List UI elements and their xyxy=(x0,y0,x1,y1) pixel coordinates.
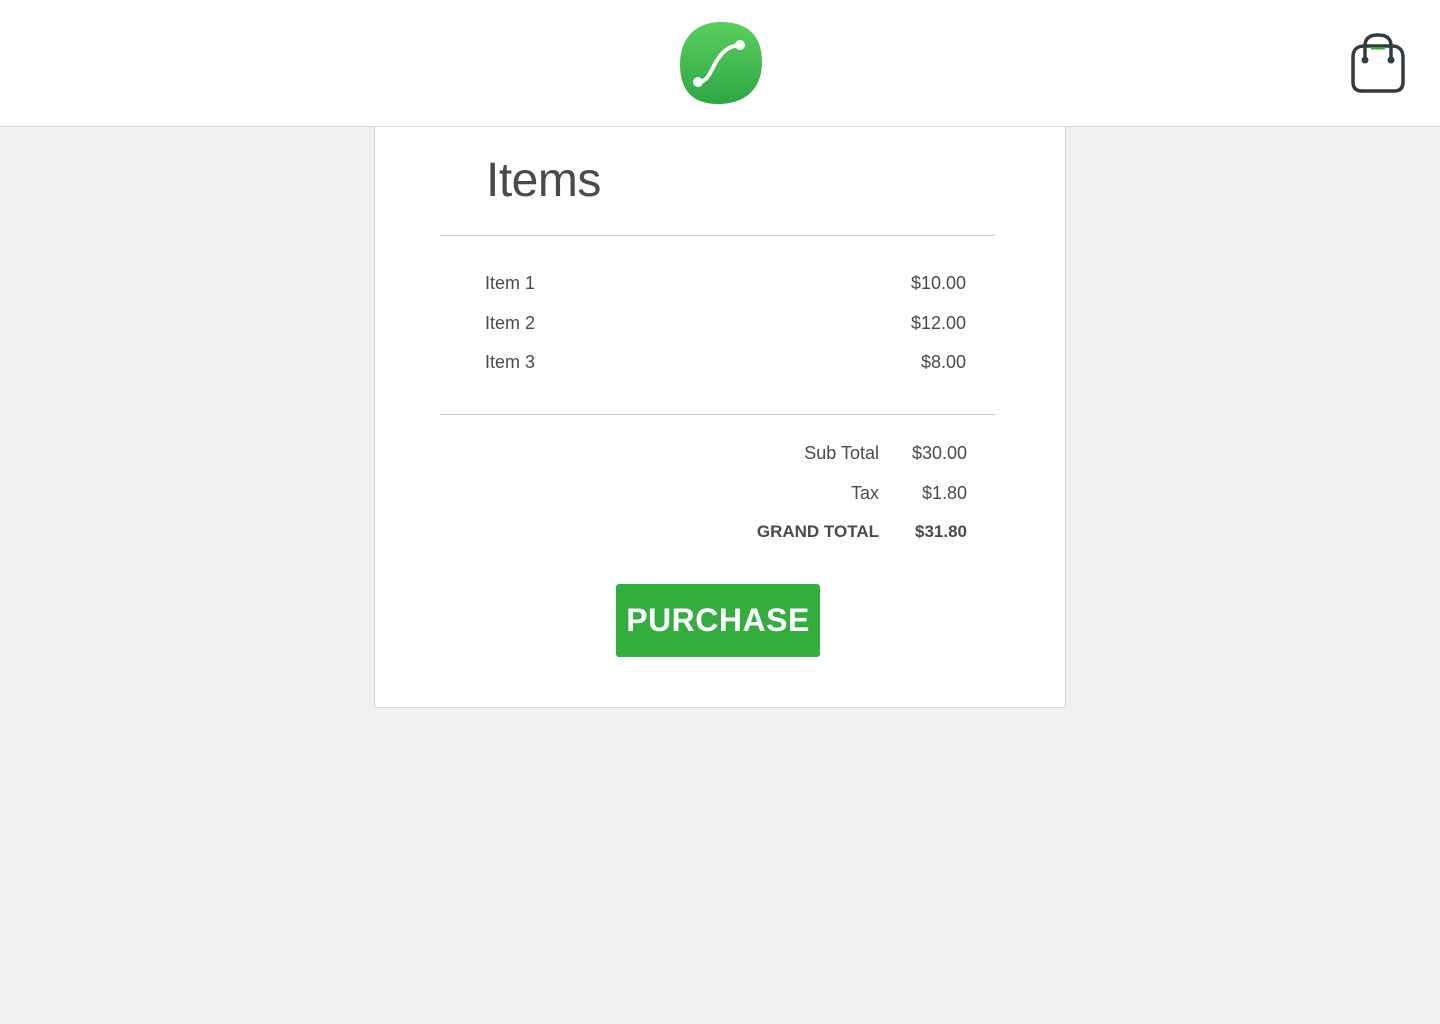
grand-total-row: GRAND TOTAL $31.80 xyxy=(675,518,967,558)
subtotal-row: Sub Total $30.00 xyxy=(675,439,967,479)
top-header xyxy=(0,0,1440,127)
item-price: $8.00 xyxy=(920,352,966,372)
tax-label: Tax xyxy=(850,482,879,503)
totals-section: Sub Total $30.00 Tax $1.80 GRAND TOTAL $… xyxy=(675,439,967,558)
subtotal-label: Sub Total xyxy=(804,443,879,463)
subtotal-value: $30.00 xyxy=(911,443,967,463)
shopping-bag-icon[interactable] xyxy=(1350,32,1406,94)
item-name: Item 2 xyxy=(485,312,536,333)
cart-summary-card: Items Item 1 $10.00 Item 2 $12.00 Item 3… xyxy=(374,127,1066,708)
item-name: Item 3 xyxy=(485,352,536,372)
item-price: $12.00 xyxy=(910,312,966,333)
divider xyxy=(440,414,995,415)
leaf-route-logo-icon[interactable] xyxy=(678,20,764,106)
tax-value: $1.80 xyxy=(921,482,967,503)
grand-total-value: $31.80 xyxy=(915,522,967,541)
item-price: $10.00 xyxy=(910,273,966,293)
purchase-button[interactable]: PURCHASE xyxy=(616,584,820,657)
page-title: Items xyxy=(486,154,601,207)
list-item: Item 3 $8.00 xyxy=(485,348,966,388)
grand-total-label: GRAND TOTAL xyxy=(756,522,879,541)
list-item: Item 1 $10.00 xyxy=(485,269,966,309)
list-item: Item 2 $12.00 xyxy=(485,309,966,349)
item-name: Item 1 xyxy=(485,273,536,293)
divider xyxy=(440,235,995,236)
item-list: Item 1 $10.00 Item 2 $12.00 Item 3 $8.00 xyxy=(485,269,966,388)
tax-row: Tax $1.80 xyxy=(675,479,967,519)
